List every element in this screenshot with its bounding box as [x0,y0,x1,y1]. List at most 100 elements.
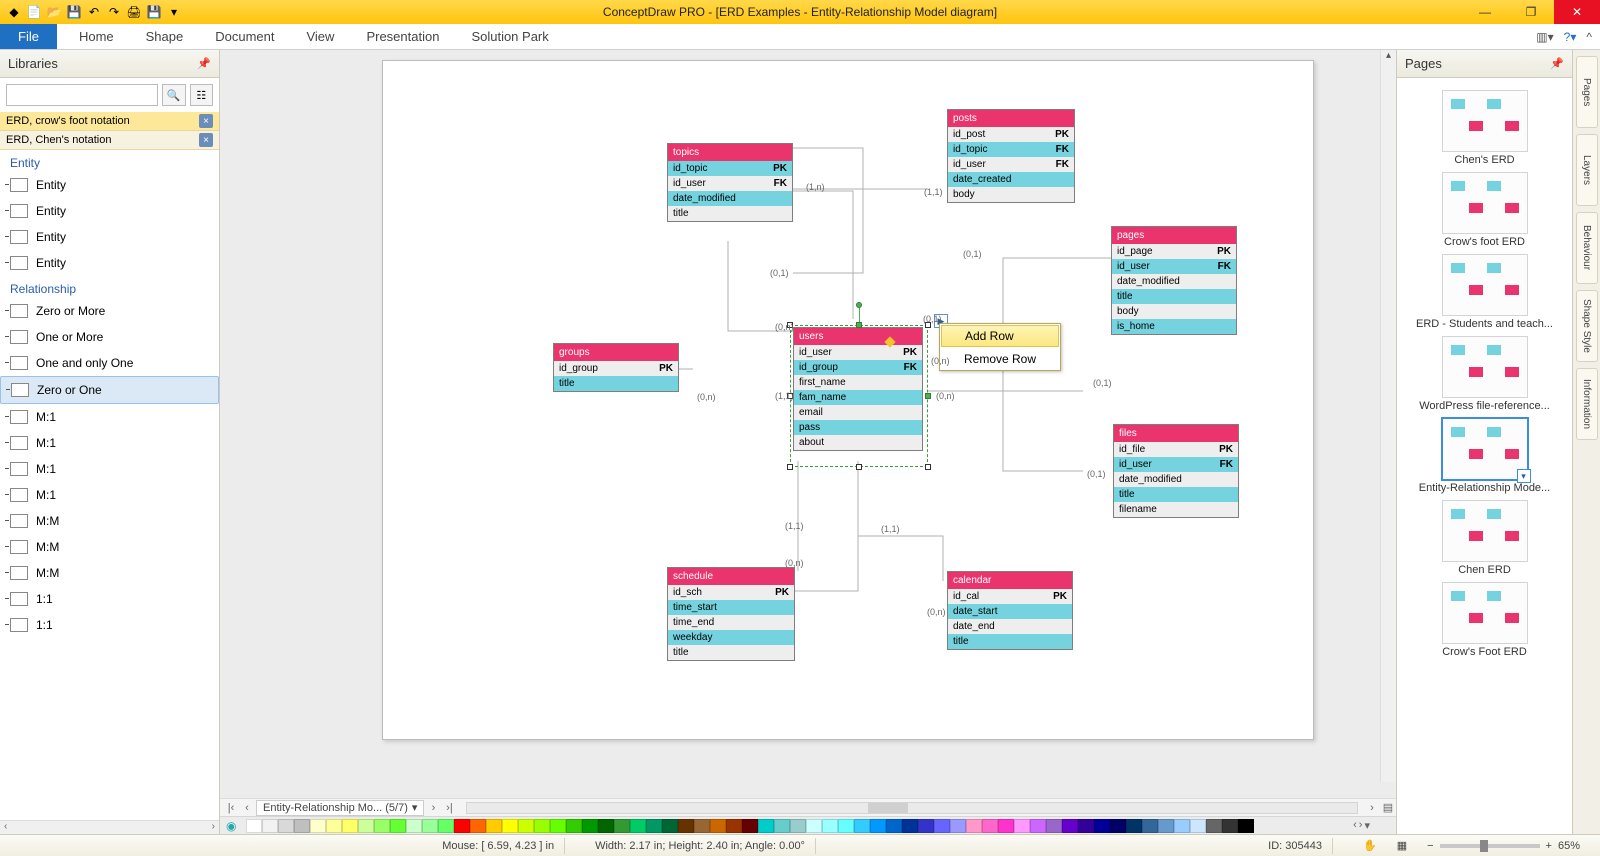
color-swatch[interactable] [742,819,758,833]
side-tab-information[interactable]: Information [1576,368,1598,440]
erd-table-topics[interactable]: topicsid_topicPKid_userFKdate_modifiedti… [667,143,793,222]
thumb-dropdown-icon[interactable]: ▾ [1517,469,1531,483]
print-icon[interactable]: 🖨 [126,4,142,20]
color-swatch[interactable] [550,819,566,833]
tab-prev-icon[interactable]: ‹ [240,802,254,814]
page-thumbnail[interactable]: ▾ [1442,418,1528,480]
library-tag[interactable]: ERD, Chen's notation× [0,131,219,150]
page-thumbnail[interactable] [1442,172,1528,234]
color-swatch[interactable] [438,819,454,833]
color-swatch[interactable] [486,819,502,833]
library-shape-entity[interactable]: Entity [0,224,219,250]
save-icon[interactable]: 💾 [66,4,82,20]
color-swatch[interactable] [614,819,630,833]
color-swatch[interactable] [1078,819,1094,833]
color-swatch[interactable] [1238,819,1254,833]
library-shape-entity[interactable]: Entity [0,172,219,198]
library-tag[interactable]: ERD, crow's foot notation× [0,112,219,131]
palette-menu-icon[interactable]: ▾ [1364,819,1370,832]
color-swatch[interactable] [726,819,742,833]
menu-home[interactable]: Home [63,24,130,49]
tab-first-icon[interactable]: |‹ [224,802,238,814]
color-swatch[interactable] [1142,819,1158,833]
close-icon[interactable]: × [199,114,213,128]
library-shape-relationship[interactable]: 1:1 [0,612,219,638]
color-swatch[interactable] [790,819,806,833]
window-dropdown-icon[interactable]: ▥▾ [1536,30,1553,44]
page-split-icon[interactable]: ▤ [1380,801,1396,814]
tab-next-icon[interactable]: › [426,802,440,814]
lib-scroll-right-icon[interactable]: › [212,821,215,834]
erd-table-pages[interactable]: pagesid_pagePKid_userFKdate_modifiedtitl… [1111,226,1237,335]
color-swatch[interactable] [1094,819,1110,833]
drawing-page[interactable]: topicsid_topicPKid_userFKdate_modifiedti… [382,60,1314,740]
palette-next-icon[interactable]: › [1359,819,1363,832]
color-swatch[interactable] [566,819,582,833]
maximize-button[interactable]: ❐ [1508,0,1554,24]
redo-icon[interactable]: ↷ [106,4,122,20]
color-swatch[interactable] [1062,819,1078,833]
color-swatch[interactable] [630,819,646,833]
page-thumbnail[interactable] [1442,500,1528,562]
menu-solution-park[interactable]: Solution Park [455,24,564,49]
color-swatch[interactable] [710,819,726,833]
fit-page-icon[interactable]: ▦ [1387,839,1417,852]
color-picker-icon[interactable]: ◉ [226,819,246,833]
color-swatch[interactable] [518,819,534,833]
pin-icon[interactable]: 📌 [1550,57,1564,70]
color-swatch[interactable] [1190,819,1206,833]
vertical-scrollbar[interactable]: ▴ [1380,50,1396,782]
sheet-tab[interactable]: Entity-Relationship Mo... (5/7) ▾ [256,800,424,816]
library-shape-relationship[interactable]: One or More [0,324,219,350]
color-swatch[interactable] [454,819,470,833]
color-swatch[interactable] [646,819,662,833]
side-tab-layers[interactable]: Layers [1576,134,1598,206]
qat-dropdown-icon[interactable]: ▾ [166,4,182,20]
library-shape-entity[interactable]: Entity [0,198,219,224]
color-swatch[interactable] [678,819,694,833]
page-thumbnail[interactable] [1442,582,1528,644]
lib-scroll-left-icon[interactable]: ‹ [4,821,7,834]
color-swatch[interactable] [918,819,934,833]
save-all-icon[interactable]: 💾 [146,4,162,20]
color-swatch[interactable] [1110,819,1126,833]
color-swatch[interactable] [838,819,854,833]
library-shape-relationship[interactable]: One and only One [0,350,219,376]
horizontal-scrollbar[interactable] [466,802,1358,814]
color-swatch[interactable] [406,819,422,833]
page-thumbnail[interactable] [1442,254,1528,316]
color-swatch[interactable] [966,819,982,833]
library-shape-relationship[interactable]: M:M [0,560,219,586]
color-swatch[interactable] [310,819,326,833]
color-swatch[interactable] [1158,819,1174,833]
color-swatch[interactable] [1206,819,1222,833]
color-swatch[interactable] [662,819,678,833]
page-thumbnail[interactable] [1442,90,1528,152]
color-swatch[interactable] [358,819,374,833]
color-swatch[interactable] [1030,819,1046,833]
file-menu[interactable]: File [0,24,57,49]
color-swatch[interactable] [774,819,790,833]
tab-last-icon[interactable]: ›| [442,802,456,814]
color-swatch[interactable] [246,819,262,833]
menu-shape[interactable]: Shape [130,24,200,49]
side-tab-behaviour[interactable]: Behaviour [1576,212,1598,284]
library-shape-relationship[interactable]: M:1 [0,430,219,456]
color-swatch[interactable] [262,819,278,833]
color-swatch[interactable] [822,819,838,833]
erd-table-posts[interactable]: postsid_postPKid_topicFKid_userFKdate_cr… [947,109,1075,203]
color-swatch[interactable] [1174,819,1190,833]
library-shape-relationship[interactable]: M:M [0,508,219,534]
color-swatch[interactable] [582,819,598,833]
zoom-out-icon[interactable]: − [1427,840,1433,852]
help-icon[interactable]: ?▾ [1564,30,1577,44]
color-swatch[interactable] [694,819,710,833]
color-swatch[interactable] [806,819,822,833]
color-swatch[interactable] [982,819,998,833]
hscroll-right-icon[interactable]: › [1364,802,1380,814]
erd-table-files[interactable]: filesid_filePKid_userFKdate_modifiedtitl… [1113,424,1239,518]
color-swatch[interactable] [534,819,550,833]
collapse-ribbon-icon[interactable]: ^ [1586,30,1592,44]
color-swatch[interactable] [598,819,614,833]
page-thumbnail[interactable] [1442,336,1528,398]
